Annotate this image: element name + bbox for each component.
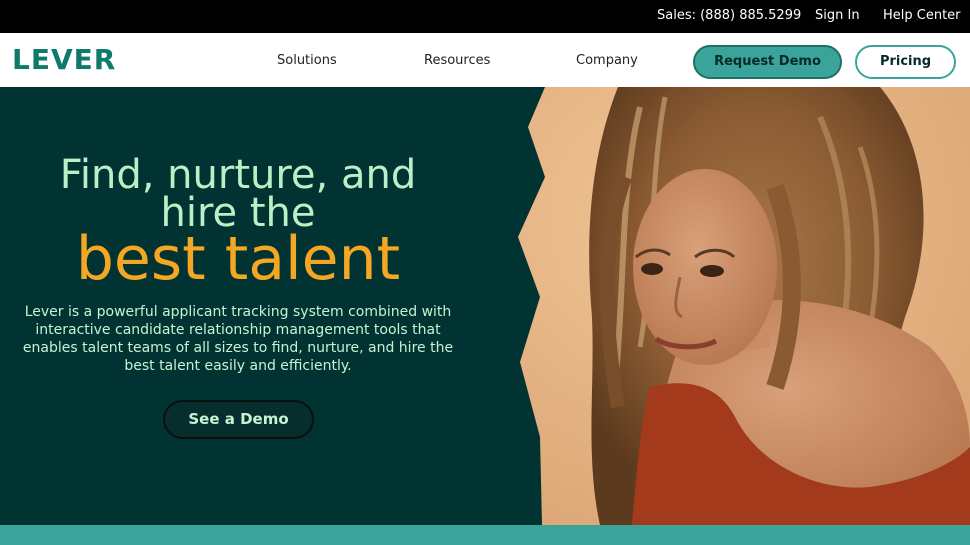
hero-section: Find, nurture, and hire the best talent … <box>0 87 970 525</box>
lever-logo[interactable]: LEVER <box>12 43 116 76</box>
sign-in-link[interactable]: Sign In <box>815 8 860 23</box>
main-nav: LEVER Solutions Resources Company Reques… <box>0 33 970 87</box>
hero-headline-line1: Find, nurture, and <box>59 152 417 198</box>
nav-resources[interactable]: Resources <box>424 53 490 68</box>
hero-headline-highlight: best talent <box>75 224 401 294</box>
request-demo-button[interactable]: Request Demo <box>693 45 842 79</box>
section-divider-band <box>0 525 970 545</box>
pricing-button[interactable]: Pricing <box>855 45 956 79</box>
nav-solutions[interactable]: Solutions <box>277 53 337 68</box>
nav-company[interactable]: Company <box>576 53 638 68</box>
utility-bar: Sales: (888) 885.5299 Sign In Help Cente… <box>0 0 970 33</box>
hero-description: Lever is a powerful applicant tracking s… <box>22 304 454 374</box>
help-center-link[interactable]: Help Center <box>883 8 961 23</box>
sales-phone-link[interactable]: Sales: (888) 885.5299 <box>657 8 801 23</box>
see-a-demo-button[interactable]: See a Demo <box>163 400 314 439</box>
